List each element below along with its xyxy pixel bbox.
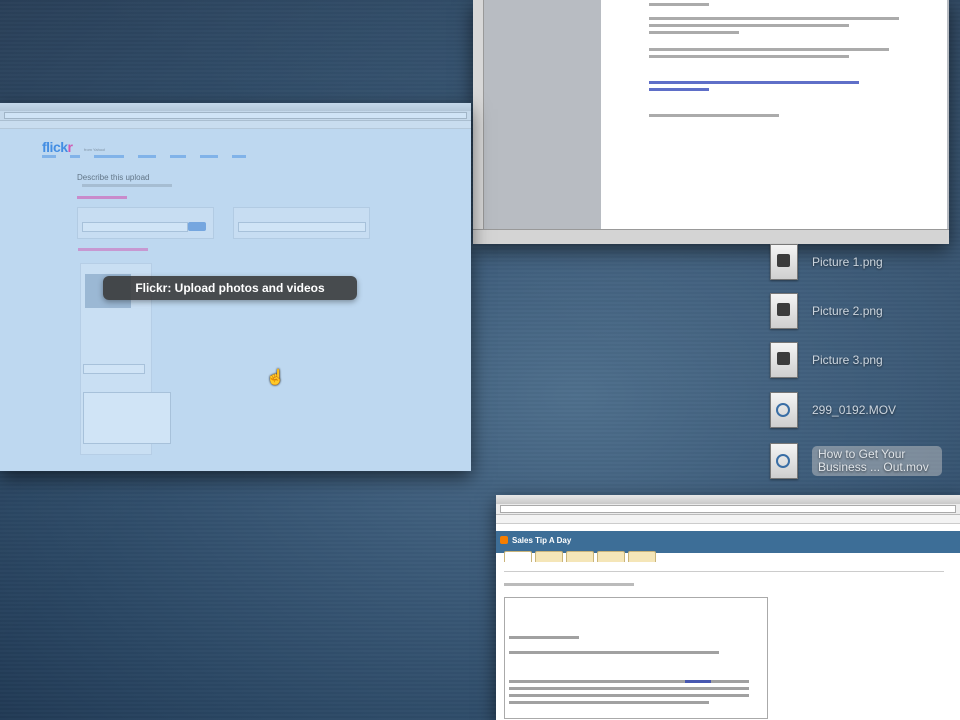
tab-view-blog[interactable] xyxy=(659,551,685,561)
post-editor[interactable] xyxy=(504,597,768,719)
tab-posting[interactable] xyxy=(504,551,532,562)
blogger-tabs xyxy=(504,551,685,562)
upload-subtitle xyxy=(82,184,172,187)
tab-monetize[interactable] xyxy=(597,551,625,562)
batch-link[interactable] xyxy=(77,196,127,199)
address-bar[interactable] xyxy=(4,112,467,119)
title-input[interactable] xyxy=(83,364,145,374)
desktop-file-picture-3[interactable]: Picture 3.png xyxy=(770,340,960,380)
blogger-subtabs xyxy=(504,563,944,572)
bookmarks-bar xyxy=(0,121,471,129)
file-label: Picture 1.png xyxy=(812,255,883,269)
png-file-icon xyxy=(770,293,798,329)
add-tags-button[interactable] xyxy=(188,222,206,231)
vertical-ruler xyxy=(473,0,484,230)
movie-file-icon xyxy=(770,392,798,428)
window-title-bar xyxy=(496,495,960,504)
flickr-nav xyxy=(42,155,246,158)
edit-link[interactable] xyxy=(78,248,148,251)
flickr-yahoo-tag: from Yahoo! xyxy=(84,147,106,152)
tab-stats[interactable] xyxy=(628,551,656,562)
tab-layout[interactable] xyxy=(566,551,594,562)
desktop-file-picture-1[interactable]: Picture 1.png xyxy=(770,242,960,282)
bookmarks-bar xyxy=(496,515,960,524)
flickr-logo[interactable]: flickr xyxy=(42,139,73,155)
window-tooltip: Flickr: Upload photos and videos xyxy=(103,276,357,300)
upload-heading: Describe this upload xyxy=(77,173,150,182)
desktop-file-how-to-mov[interactable]: How to Get Your Business ... Out.mov xyxy=(770,441,960,481)
tags-input[interactable] xyxy=(82,222,188,232)
desktop-file-mov-299[interactable]: 299_0192.MOV xyxy=(770,390,960,430)
desktop-file-picture-2[interactable]: Picture 2.png xyxy=(770,291,960,331)
browser-toolbar xyxy=(0,111,471,121)
address-bar[interactable] xyxy=(500,505,956,513)
blogger-browser-window[interactable]: Sales Tip A Day xyxy=(496,495,960,720)
browser-toolbar xyxy=(496,504,960,515)
file-label: Picture 3.png xyxy=(812,353,883,367)
sets-select[interactable] xyxy=(238,222,366,232)
tab-settings[interactable] xyxy=(535,551,563,562)
movie-file-icon xyxy=(770,443,798,479)
window-title-bar xyxy=(0,103,471,111)
document-window[interactable] xyxy=(473,0,949,244)
file-label: 299_0192.MOV xyxy=(812,403,897,417)
png-file-icon xyxy=(770,244,798,280)
file-label: Picture 2.png xyxy=(812,304,883,318)
description-input[interactable] xyxy=(83,392,171,444)
post-title-input[interactable] xyxy=(504,583,634,586)
tags-box xyxy=(77,207,214,239)
blog-title: Sales Tip A Day xyxy=(512,536,572,545)
sets-box xyxy=(233,207,370,239)
mouse-cursor-icon: ☝ xyxy=(266,369,285,386)
blogger-logo-icon xyxy=(500,536,508,544)
file-label: How to Get Your Business ... Out.mov xyxy=(812,446,942,476)
document-page[interactable] xyxy=(601,0,947,230)
blogger-header: Sales Tip A Day xyxy=(496,531,960,553)
png-file-icon xyxy=(770,342,798,378)
